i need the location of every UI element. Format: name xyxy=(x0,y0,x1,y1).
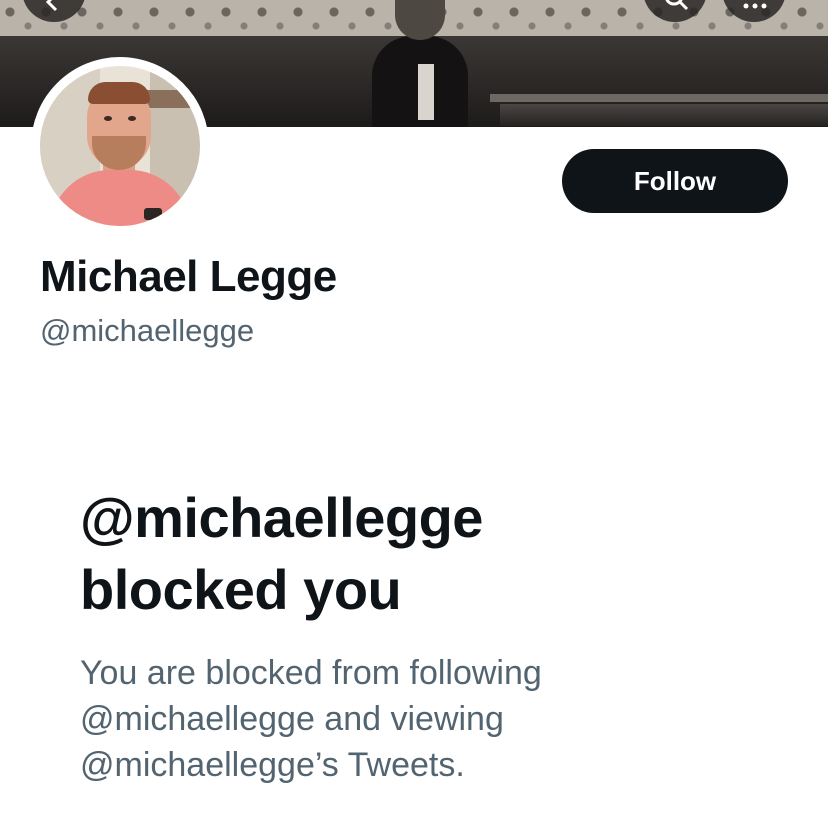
banner-fireplace xyxy=(500,104,828,126)
back-icon xyxy=(45,0,58,12)
search-icon xyxy=(665,0,689,11)
more-icon xyxy=(743,3,767,9)
follow-button[interactable]: Follow xyxy=(562,149,788,213)
avatar-shirt-logo xyxy=(144,208,162,220)
blocked-description: You are blocked from following @michaell… xyxy=(80,650,760,788)
blocked-description-line2: @michaellegge and viewing xyxy=(80,700,504,738)
avatar-hair xyxy=(88,82,150,104)
avatar-eye-right xyxy=(128,116,136,121)
banner-figure-shirt xyxy=(418,64,434,120)
profile-display-name: Michael Legge xyxy=(40,252,337,301)
avatar[interactable] xyxy=(40,66,200,226)
blocked-description-line1: You are blocked from following xyxy=(80,654,542,692)
blocked-description-line3: @michaellegge’s Tweets. xyxy=(80,746,465,784)
blocked-title-line1: @michaellegge xyxy=(80,486,483,549)
avatar-eye-left xyxy=(104,116,112,121)
blocked-title: @michaellegge blocked you xyxy=(80,482,780,626)
banner-mantel xyxy=(490,94,828,102)
avatar-shelf xyxy=(144,90,194,108)
avatar-beard xyxy=(92,136,146,170)
blocked-title-line2: blocked you xyxy=(80,558,402,621)
profile-handle: @michaellegge xyxy=(40,313,255,348)
